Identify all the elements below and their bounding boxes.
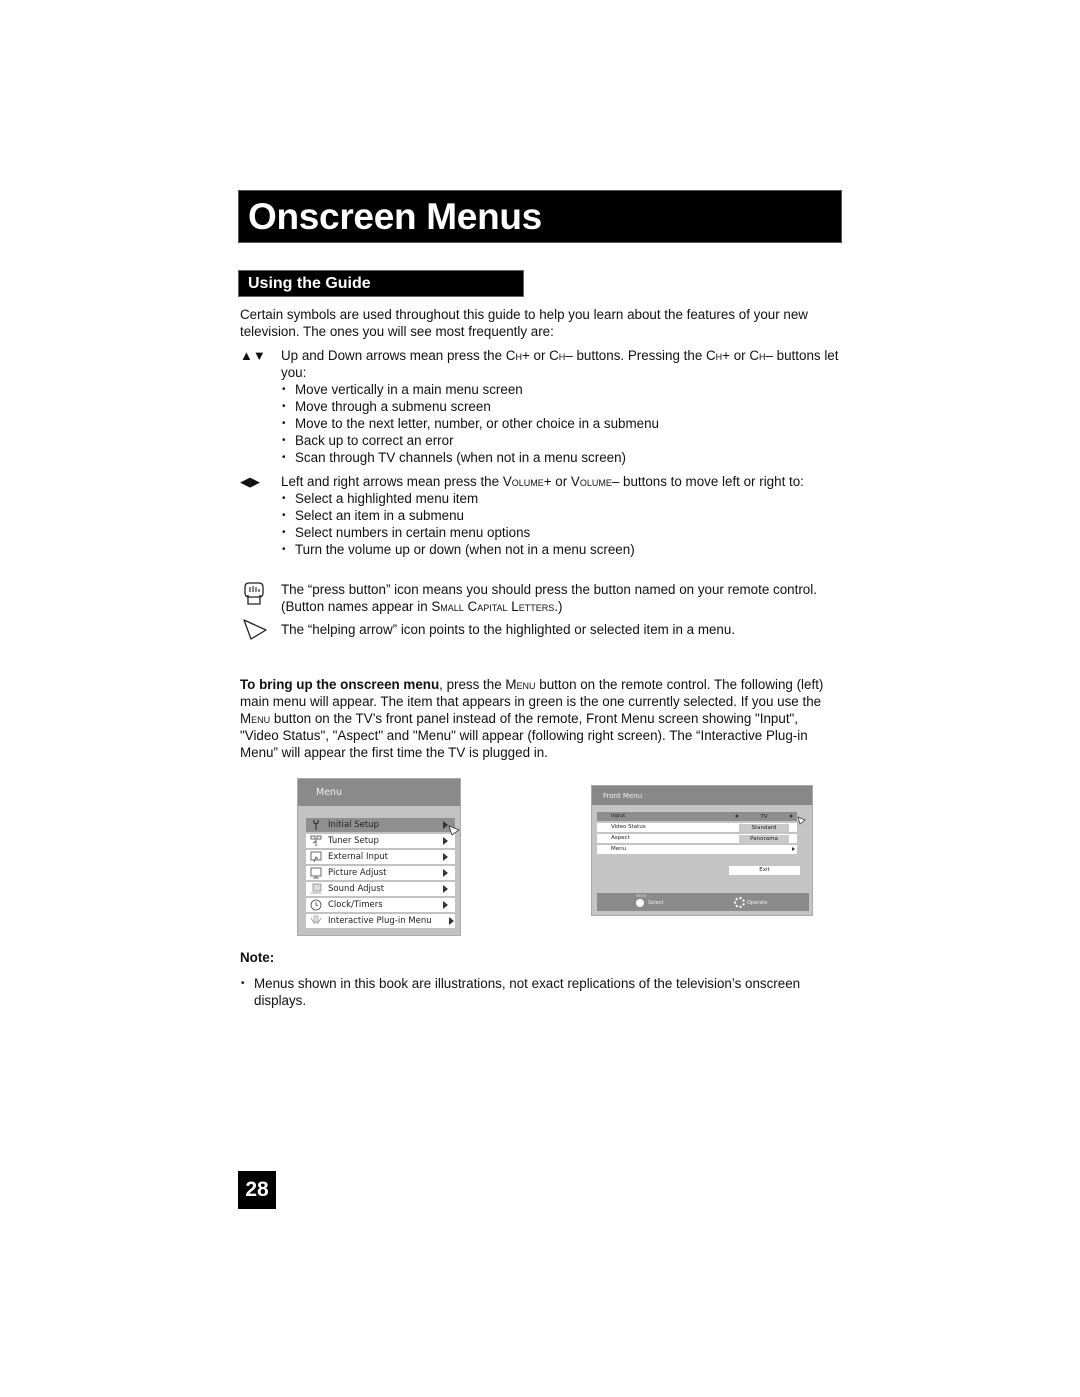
monitor-icon: [310, 867, 322, 879]
page-number-box: 28: [238, 1171, 276, 1209]
page-number: 28: [245, 1178, 269, 1201]
front-menu-footer: MENU Select Operate: [597, 893, 809, 911]
exit-button[interactable]: Exit: [729, 866, 800, 875]
speaker-icon: [311, 883, 322, 894]
note-bullet-list: Menus shown in this book are illustratio…: [240, 975, 840, 1009]
menu-item-clock-timers[interactable]: Clock/Timers: [306, 898, 455, 912]
front-menu-header: Front Menu: [592, 786, 812, 805]
front-menu-row-menu[interactable]: Menu: [597, 845, 797, 854]
list-item: Menus shown in this book are illustratio…: [240, 975, 840, 1009]
antenna-icon: [310, 835, 322, 846]
helping-arrow-pointer-icon: [448, 825, 460, 836]
intro-text: Certain symbols are used throughout this…: [240, 307, 808, 339]
helping-arrow-pointer-icon: [797, 816, 806, 825]
input-icon: [310, 851, 322, 863]
main-menu-header: Menu: [298, 779, 460, 806]
menu-item-picture-adjust[interactable]: Picture Adjust: [306, 866, 455, 880]
arrow-right-icon: [443, 853, 448, 861]
menu-item-tuner-setup[interactable]: Tuner Setup: [306, 834, 455, 848]
page-title: Onscreen Menus: [248, 196, 542, 237]
menu-item-external-input[interactable]: External Input: [306, 850, 455, 864]
list-item: Move through a submenu screen: [281, 398, 841, 415]
arrow-right-icon: [443, 885, 448, 893]
press-button-icon: [244, 582, 264, 605]
list-item: Move to the next letter, number, or othe…: [281, 415, 841, 432]
menu-item-initial-setup[interactable]: Initial Setup: [306, 818, 455, 832]
page-title-bar: Onscreen Menus: [238, 190, 842, 243]
arrow-left-icon: [735, 814, 738, 818]
front-menu-row-aspect[interactable]: Aspect Panorama: [597, 834, 797, 843]
wrench-icon: [313, 820, 319, 830]
clock-icon: [310, 899, 322, 911]
front-menu-row-input[interactable]: Input TV: [597, 812, 797, 821]
menu-item-interactive-plugin[interactable]: Interactive Plug-in Menu: [306, 914, 455, 928]
updown-description: Up and Down arrows mean press the Ch+ or…: [281, 347, 841, 466]
press-button-description: The “press button” icon means you should…: [281, 582, 817, 614]
arrow-right-icon: [792, 847, 795, 851]
arrow-right-icon: [790, 814, 793, 818]
front-menu-illustration: Front Menu Input TV Video Status Standar…: [591, 785, 813, 916]
main-menu-title: Menu: [316, 787, 343, 798]
left-right-arrows-icon: ◀▶: [240, 474, 260, 489]
up-down-arrows-icon: ▲▼: [240, 348, 266, 363]
front-menu-row-video-status[interactable]: Video Status Standard: [597, 823, 797, 832]
menu-button-icon: [636, 899, 644, 907]
section-title-bar: Using the Guide: [238, 270, 524, 297]
menu-instructions-paragraph: To bring up the onscreen menu, press the…: [240, 677, 824, 760]
section-title: Using the Guide: [248, 275, 371, 292]
list-item: Move vertically in a main menu screen: [281, 381, 841, 398]
list-item: Select numbers in certain menu options: [281, 524, 841, 541]
menu-item-sound-adjust[interactable]: Sound Adjust: [306, 882, 455, 896]
front-menu-title: Front Menu: [603, 792, 643, 800]
arrow-right-icon: [449, 917, 454, 925]
list-item: Scan through TV channels (when not in a …: [281, 449, 841, 466]
list-item: Turn the volume up or down (when not in …: [281, 541, 841, 558]
arrow-right-icon: [443, 869, 448, 877]
arrow-right-icon: [443, 901, 448, 909]
arrow-right-icon: [443, 837, 448, 845]
main-menu-illustration: Menu Initial Setup Tuner Setup External …: [297, 778, 461, 936]
helping-arrow-icon: [243, 619, 267, 640]
helping-arrow-description: The “helping arrow” icon points to the h…: [281, 622, 736, 637]
plugin-icon: [310, 915, 322, 924]
list-item: Back up to correct an error: [281, 432, 841, 449]
list-item: Select an item in a submenu: [281, 507, 841, 524]
direction-pad-icon: [734, 897, 745, 908]
leftright-bullet-list: Select a highlighted menu item Select an…: [281, 490, 841, 558]
updown-bullet-list: Move vertically in a main menu screen Mo…: [281, 381, 841, 466]
leftright-description: Left and right arrows mean press the Vol…: [281, 473, 841, 558]
list-item: Select a highlighted menu item: [281, 490, 841, 507]
note-heading: Note:: [240, 950, 275, 965]
